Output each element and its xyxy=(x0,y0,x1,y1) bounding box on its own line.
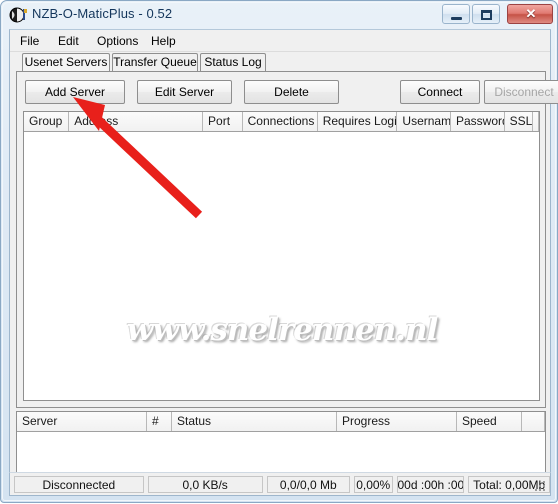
connect-button[interactable]: Connect xyxy=(400,80,480,104)
column-header-port[interactable]: Port xyxy=(203,112,243,131)
column-header-username[interactable]: Username xyxy=(397,112,451,131)
add-server-button[interactable]: Add Server xyxy=(25,80,125,104)
tab-transfer-queue[interactable]: Transfer Queue xyxy=(112,53,198,71)
column-header-count[interactable]: # xyxy=(147,412,172,431)
status-bar: Disconnected 0,0 KB/s 0,0/0,0 Mb 0,00% 0… xyxy=(9,472,551,496)
menu-item-edit[interactable]: Edit xyxy=(54,33,83,49)
status-speed: 0,0 KB/s xyxy=(147,475,263,493)
status-transferred: 0,0/0,0 Mb xyxy=(266,475,350,493)
client-area: File Edit Options Help Usenet Servers Tr… xyxy=(9,29,558,496)
column-header-connections[interactable]: Connections xyxy=(242,112,318,131)
tab-strip: Usenet Servers Transfer Queue Status Log xyxy=(16,53,546,76)
column-header-status[interactable]: Status xyxy=(172,412,337,431)
tab-status-log[interactable]: Status Log xyxy=(200,53,266,71)
application-window: NZB-O-MaticPlus - 0.52 ✕ File Edit Optio… xyxy=(0,0,558,503)
column-header-password[interactable]: Password xyxy=(451,112,505,131)
column-header-filler-2 xyxy=(522,412,545,431)
column-header-requires-login[interactable]: Requires Login xyxy=(317,112,398,131)
tab-usenet-servers[interactable]: Usenet Servers xyxy=(22,53,110,71)
resize-grip-icon[interactable] xyxy=(533,479,547,493)
minimize-button[interactable] xyxy=(442,4,470,24)
close-button[interactable]: ✕ xyxy=(507,4,553,24)
column-header-progress[interactable]: Progress xyxy=(337,412,457,431)
column-header-address[interactable]: Address xyxy=(69,112,204,131)
transfer-grid-header: Server # Status Progress Speed xyxy=(17,412,545,432)
status-elapsed: 00d :00h :00m xyxy=(396,475,465,493)
menu-item-options[interactable]: Options xyxy=(93,33,142,49)
maximize-icon xyxy=(481,10,492,20)
server-list-header: Group Address Port Connections Requires … xyxy=(24,112,539,132)
tab-page-usenet-servers: Add Server Edit Server Delete Connect Di… xyxy=(16,71,558,408)
close-icon: ✕ xyxy=(525,6,537,21)
menu-bar: File Edit Options Help xyxy=(10,30,550,52)
title-bar[interactable]: NZB-O-MaticPlus - 0.52 ✕ xyxy=(1,1,558,29)
disconnect-button[interactable]: Disconnect xyxy=(484,80,558,104)
column-header-group[interactable]: Group xyxy=(24,112,70,131)
edit-server-button[interactable]: Edit Server xyxy=(137,80,232,104)
minimize-icon xyxy=(451,17,462,20)
menu-item-help[interactable]: Help xyxy=(147,33,180,49)
server-list[interactable]: Group Address Port Connections Requires … xyxy=(23,111,540,401)
window-title: NZB-O-MaticPlus - 0.52 xyxy=(32,6,173,21)
column-header-speed[interactable]: Speed xyxy=(457,412,522,431)
maximize-button[interactable] xyxy=(472,4,500,24)
menu-item-file[interactable]: File xyxy=(16,33,43,49)
column-header-server[interactable]: Server xyxy=(17,412,147,431)
status-percent: 0,00% xyxy=(353,475,393,493)
column-header-ssl[interactable]: SSL xyxy=(504,112,533,131)
app-globe-icon xyxy=(9,6,27,24)
status-connection: Disconnected xyxy=(14,475,144,493)
delete-button[interactable]: Delete xyxy=(244,80,339,104)
column-header-filler xyxy=(532,112,539,131)
